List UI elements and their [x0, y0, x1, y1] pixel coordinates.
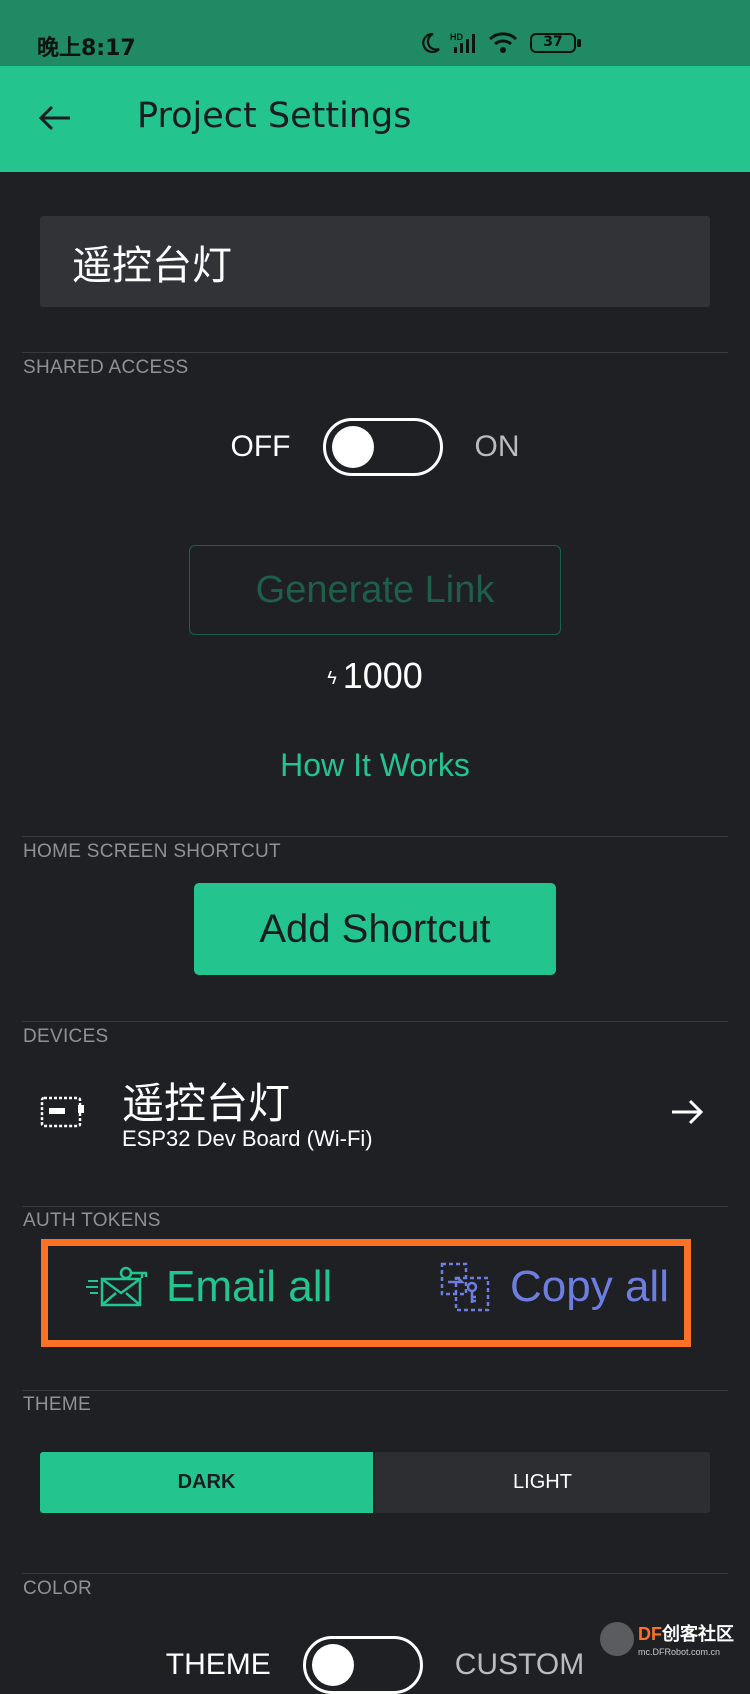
energy-cost: ϟ 1000 [0, 655, 750, 697]
status-time: 晚上8:17 [37, 36, 136, 61]
copy-all-button[interactable]: Copy all [440, 1262, 669, 1312]
shared-access-toggle[interactable] [322, 418, 443, 476]
toggle-on-label: ON [474, 430, 520, 463]
watermark-url: mc.DFRobot.com.cn [638, 1647, 721, 1657]
app-bar: Project Settings [0, 66, 750, 172]
watermark-brand-cn: 创客社区 [662, 1624, 734, 1644]
device-board-type: ESP32 Dev Board (Wi-Fi) [122, 1126, 373, 1151]
color-theme-label: THEME [165, 1648, 271, 1681]
email-key-icon [86, 1266, 148, 1307]
theme-option-light[interactable]: LIGHT [375, 1452, 710, 1513]
wifi-icon [488, 32, 518, 53]
device-row[interactable]: 遥控台灯 ESP32 Dev Board (Wi-Fi) [0, 1060, 750, 1160]
generate-link-button[interactable]: Generate Link [189, 545, 561, 635]
email-all-label: Email all [166, 1262, 333, 1311]
section-label-theme: THEME [23, 1394, 91, 1415]
copy-key-icon [440, 1262, 490, 1312]
section-label-devices: DEVICES [23, 1026, 109, 1047]
arrow-right-icon [672, 1099, 704, 1125]
watermark-brand: DF [638, 1624, 662, 1644]
watermark: DF创客社区 mc.DFRobot.com.cn [600, 1620, 734, 1657]
section-label-shared-access: SHARED ACCESS [23, 357, 189, 378]
theme-segmented-control: DARK LIGHT [40, 1452, 710, 1513]
copy-all-label: Copy all [510, 1262, 669, 1311]
device-name: 遥控台灯 [122, 1079, 291, 1128]
back-button[interactable] [30, 93, 80, 143]
battery-level: 37 [543, 34, 563, 50]
section-label-color: COLOR [23, 1578, 93, 1599]
status-bar: 晚上8:17 HD 37 [0, 0, 750, 66]
project-name-input[interactable]: 遥控台灯 [40, 216, 710, 307]
how-it-works-link[interactable]: How It Works [0, 747, 750, 784]
color-custom-label: CUSTOM [454, 1648, 585, 1681]
watermark-text: DF创客社区 mc.DFRobot.com.cn [638, 1620, 734, 1657]
hd-label: HD [450, 32, 463, 42]
signal-icon: HD [450, 32, 475, 53]
toggle-off-label: OFF [230, 430, 291, 463]
robot-logo-icon [600, 1621, 634, 1656]
moon-icon [422, 32, 440, 54]
divider [22, 352, 728, 353]
status-icons: HD 37 [418, 28, 581, 58]
email-all-button[interactable]: Email all [86, 1262, 332, 1312]
divider [22, 1206, 728, 1207]
shared-access-toggle-row: OFF ON [0, 418, 750, 476]
divider [22, 1390, 728, 1391]
arrow-left-icon [38, 105, 70, 131]
battery-icon: 37 [530, 33, 581, 53]
color-toggle[interactable] [302, 1636, 423, 1694]
page-title: Project Settings [137, 96, 412, 136]
divider [22, 1021, 728, 1022]
section-label-auth-tokens: AUTH TOKENS [23, 1210, 161, 1231]
device-board-icon [40, 1096, 84, 1128]
add-shortcut-button[interactable]: Add Shortcut [194, 883, 556, 975]
energy-cost-value: 1000 [342, 655, 423, 696]
toggle-knob [311, 1644, 354, 1686]
divider [22, 836, 728, 837]
section-label-home-screen-shortcut: HOME SCREEN SHORTCUT [23, 841, 281, 862]
toggle-knob [331, 426, 374, 468]
energy-bolt-icon: ϟ [327, 667, 337, 688]
divider [22, 1573, 728, 1574]
theme-option-dark[interactable]: DARK [40, 1452, 373, 1513]
